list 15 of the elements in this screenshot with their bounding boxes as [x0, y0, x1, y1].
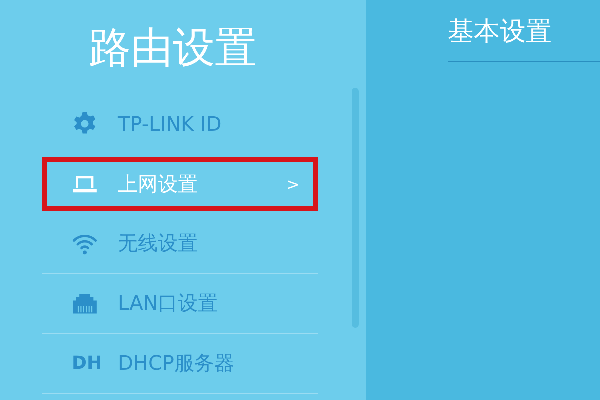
menu-item[interactable]: 无线设置 [42, 214, 318, 274]
section-heading: 基本设置 [448, 14, 600, 62]
gear-icon [72, 111, 98, 137]
menu-label: TP-LINK ID [118, 112, 223, 136]
menu-label: LAN口设置 [118, 290, 220, 317]
menu-label: 上网设置 [118, 170, 199, 198]
menu-item[interactable]: DH DHCP服务器 [42, 334, 318, 394]
menu-item[interactable]: TP-LINK ID [42, 94, 318, 154]
arrow-icon: > [286, 174, 300, 194]
sidebar-title: 路由设置 [88, 22, 258, 74]
dh-icon: DH [72, 353, 98, 374]
menu-item[interactable]: LAN口设置 [42, 274, 318, 334]
menu-label: DHCP服务器 [118, 350, 236, 377]
menu-label: 无线设置 [118, 230, 199, 257]
menu-item[interactable]: 上网设置 > [42, 154, 318, 214]
